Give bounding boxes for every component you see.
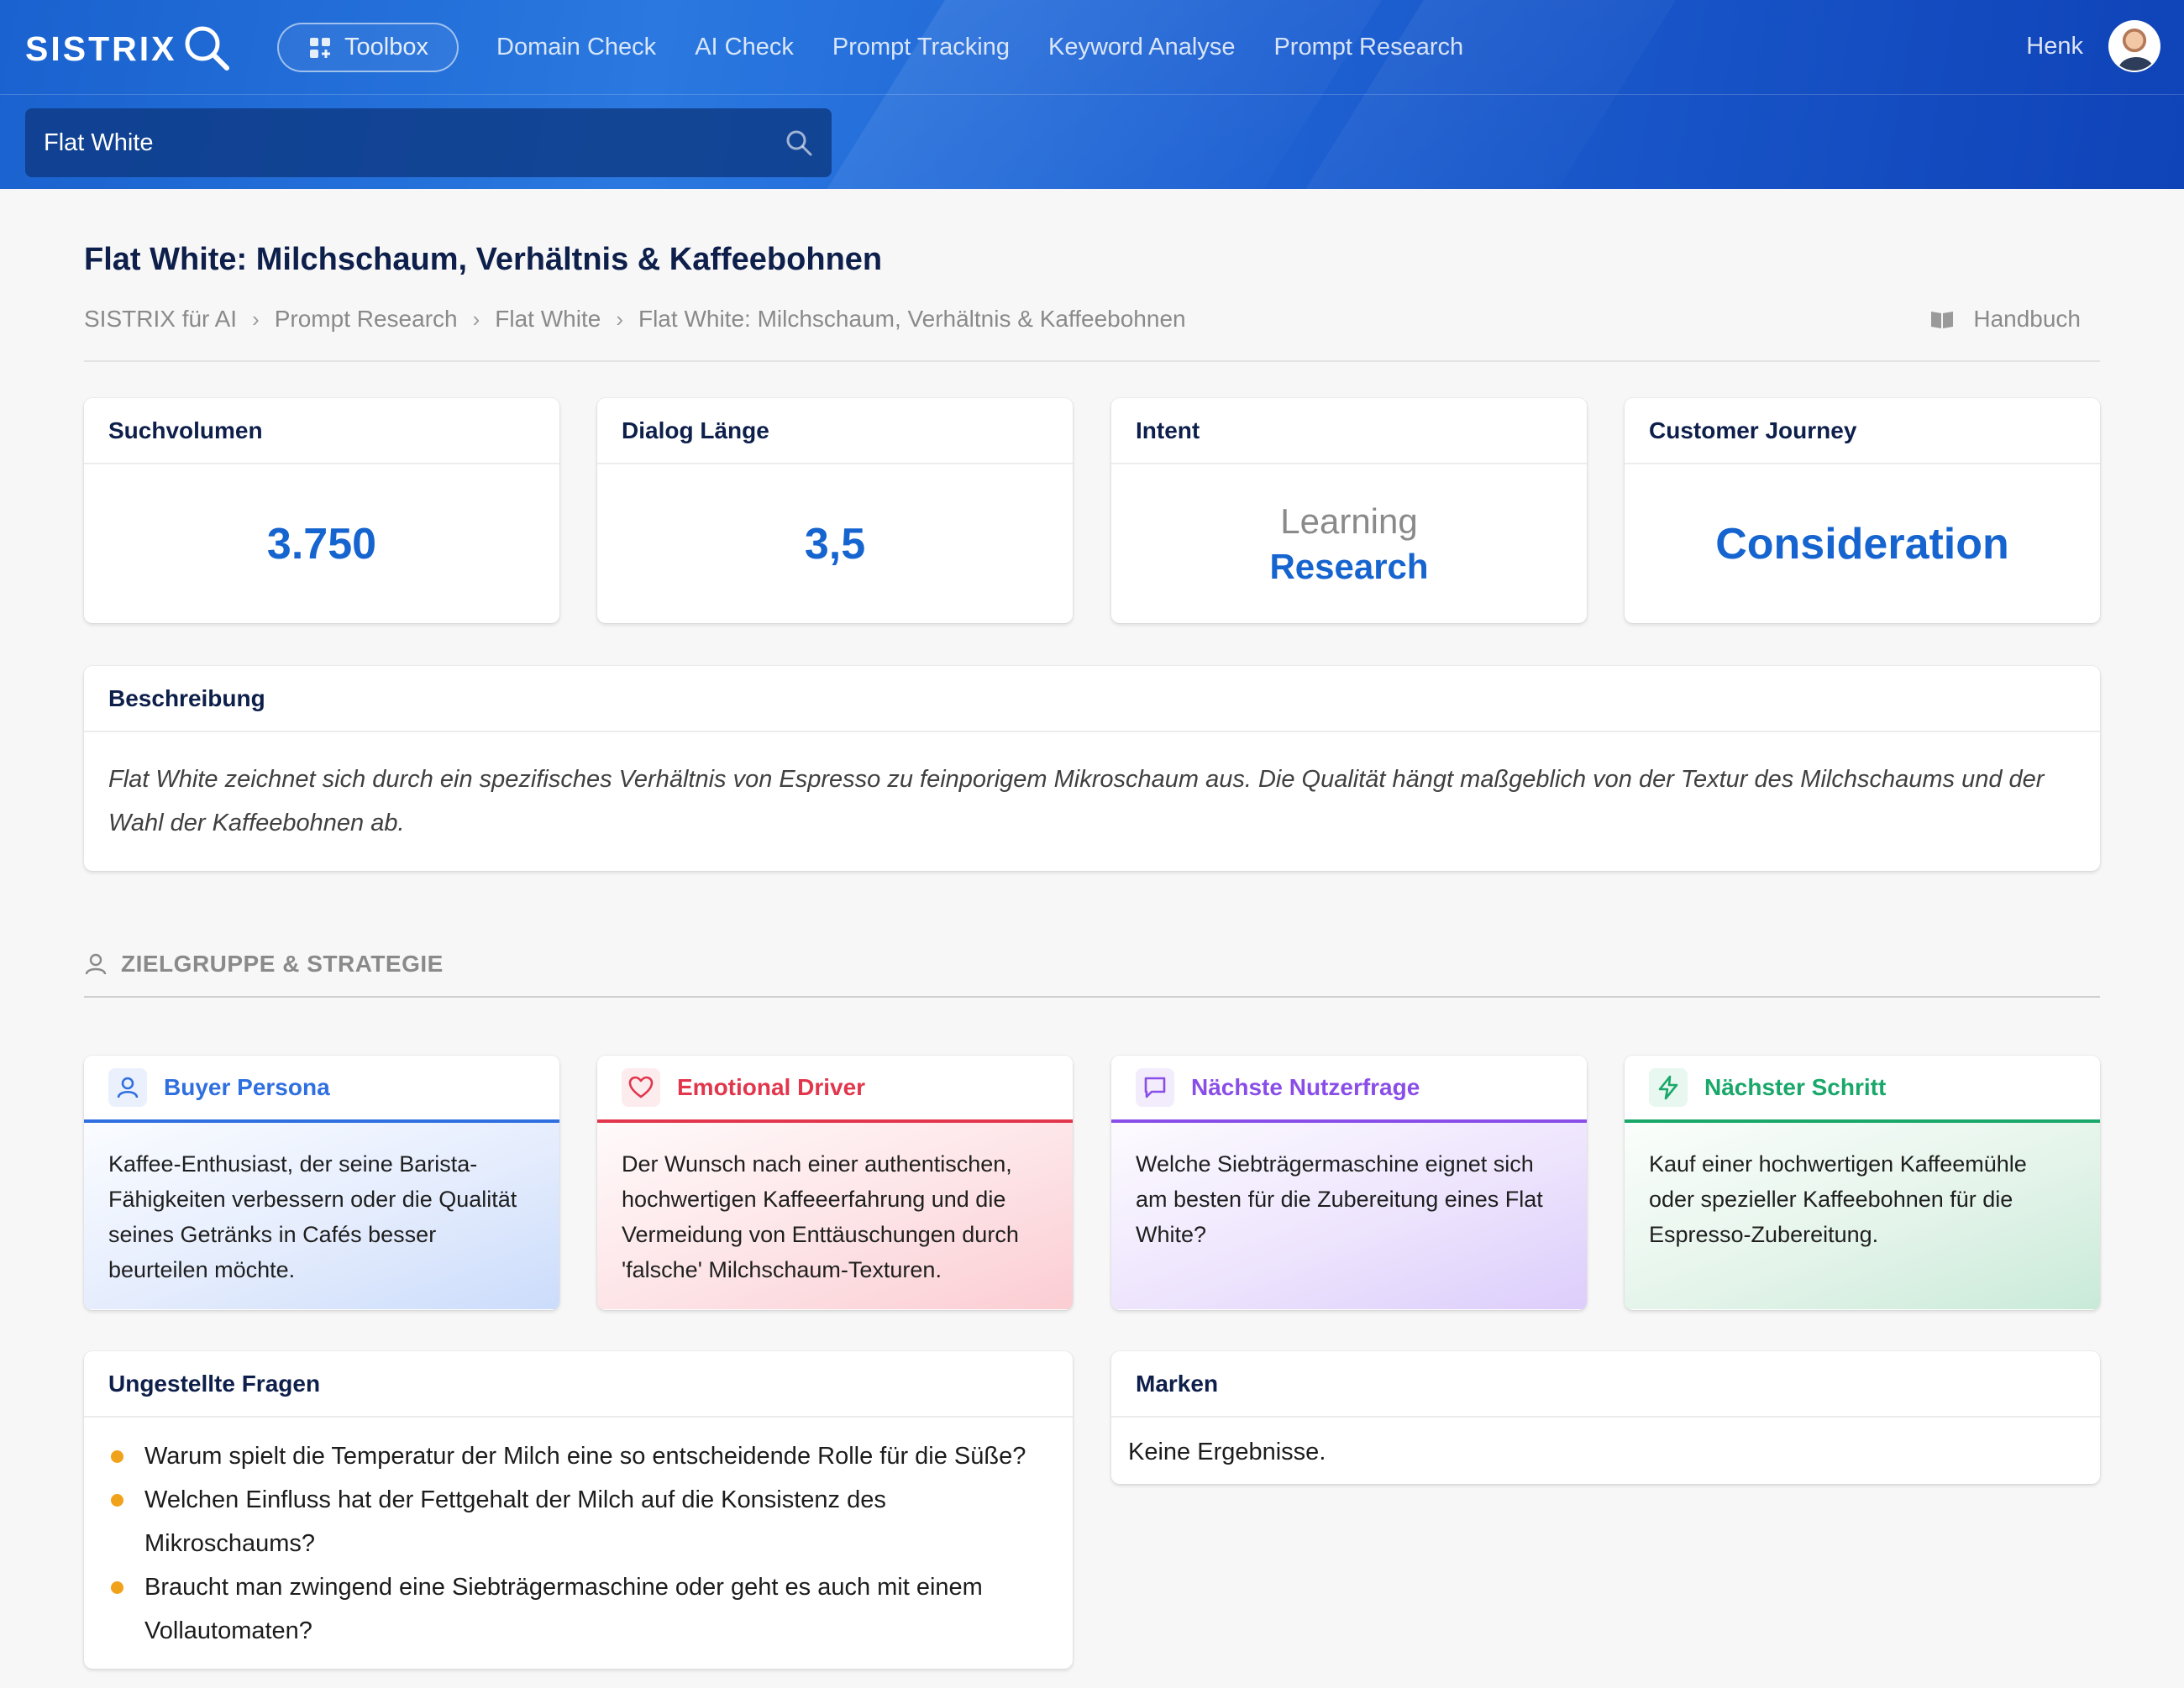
intent-primary: Learning: [1280, 501, 1418, 541]
card-text: Kauf einer hochwertigen Kaffeemühle oder…: [1625, 1123, 2100, 1309]
search-input[interactable]: [44, 128, 785, 157]
chat-bubble-icon: [1144, 1077, 1166, 1098]
nav-keyword-analyse[interactable]: Keyword Analyse: [1048, 34, 1235, 61]
next-user-question-card: Nächste Nutzerfrage Welche Siebträgermas…: [1111, 1056, 1587, 1310]
card-title: Intent: [1111, 398, 1587, 464]
divider: [84, 360, 2100, 362]
logo-text: SISTRIX: [25, 29, 177, 68]
user-icon: [117, 1077, 139, 1098]
search-icon[interactable]: [785, 128, 813, 157]
grid-plus-icon: [310, 37, 331, 58]
nav-prompt-research[interactable]: Prompt Research: [1273, 34, 1463, 61]
brands-card: Marken Keine Ergebnisse.: [1111, 1351, 2100, 1484]
heart-icon: [628, 1076, 654, 1098]
page-title: Flat White: Milchschaum, Verhältnis & Ka…: [84, 242, 883, 277]
breadcrumb-separator: ›: [252, 306, 260, 332]
list-item: Braucht man zwingend eine Siebträgermasc…: [108, 1565, 1051, 1653]
breadcrumb-current: Flat White: Milchschaum, Verhältnis & Ka…: [638, 306, 1186, 332]
customer-journey-value: Consideration: [1715, 519, 2009, 569]
unasked-questions-card: Ungestellte Fragen Warum spielt die Temp…: [84, 1351, 1073, 1669]
nav-ai-check[interactable]: AI Check: [695, 34, 794, 61]
nav-domain-check[interactable]: Domain Check: [496, 34, 656, 61]
card-title: Customer Journey: [1625, 398, 2100, 464]
divider: [84, 996, 2100, 998]
card-title: Marken: [1111, 1351, 2100, 1418]
dialog-length-value: 3,5: [804, 519, 866, 569]
question-list: Warum spielt die Temperatur der Milch ei…: [84, 1418, 1073, 1669]
card-title: Suchvolumen: [84, 398, 559, 464]
description-card: Beschreibung Flat White zeichnet sich du…: [84, 666, 2100, 871]
card-title: Emotional Driver: [677, 1074, 866, 1100]
list-item: Welchen Einfluss hat der Fettgehalt der …: [108, 1478, 1051, 1565]
card-text: Welche Siebträgermaschine eignet sich am…: [1111, 1123, 1587, 1309]
avatar[interactable]: [2108, 20, 2160, 72]
card-text: Kaffee-Enthusiast, der seine Barista-Fäh…: [84, 1123, 559, 1309]
section-heading: ZIELGRUPPE & STRATEGIE: [84, 947, 444, 981]
intent-card: Intent Learning Research: [1111, 398, 1587, 623]
handbook-link[interactable]: Handbuch: [1929, 302, 2081, 336]
buyer-persona-card: Buyer Persona Kaffee-Enthusiast, der sei…: [84, 1056, 559, 1310]
main-nav: Domain Check AI Check Prompt Tracking Ke…: [496, 24, 1463, 71]
list-item: Warum spielt die Temperatur der Milch ei…: [108, 1434, 1051, 1478]
magnifier-logo-icon: [185, 26, 230, 71]
card-text: Der Wunsch nach einer authentischen, hoc…: [597, 1123, 1073, 1309]
card-title: Nächste Nutzerfrage: [1191, 1074, 1420, 1100]
card-title: Ungestellte Fragen: [84, 1351, 1073, 1418]
search-volume-value: 3.750: [266, 519, 377, 569]
breadcrumb-separator: ›: [616, 306, 623, 332]
next-step-card: Nächster Schritt Kauf einer hochwertigen…: [1625, 1056, 2100, 1310]
breadcrumb-item[interactable]: SISTRIX für AI: [84, 306, 237, 333]
app-header: SISTRIX Toolbox Domain Check AI Check Pr…: [0, 0, 2184, 189]
sistrix-logo[interactable]: SISTRIX: [25, 22, 234, 76]
section-heading-label: ZIELGRUPPE & STRATEGIE: [121, 951, 444, 977]
breadcrumb-item[interactable]: Prompt Research: [275, 306, 458, 333]
search-bar: [25, 108, 832, 177]
toolbox-label: Toolbox: [344, 34, 428, 60]
card-title: Nächster Schritt: [1704, 1074, 1887, 1100]
empty-state-text: Keine Ergebnisse.: [1128, 1439, 1326, 1465]
card-title: Beschreibung: [84, 666, 2100, 732]
handbook-label: Handbuch: [1973, 306, 2081, 332]
dialog-length-card: Dialog Länge 3,5: [597, 398, 1073, 623]
search-volume-card: Suchvolumen 3.750: [84, 398, 559, 623]
book-icon: [1931, 312, 1954, 328]
customer-journey-card: Customer Journey Consideration: [1625, 398, 2100, 623]
user-menu[interactable]: Henk: [2026, 18, 2160, 74]
breadcrumb: SISTRIX für AI › Prompt Research › Flat …: [84, 302, 1186, 336]
card-title: Dialog Länge: [597, 398, 1073, 464]
top-navigation-bar: SISTRIX Toolbox Domain Check AI Check Pr…: [0, 0, 2184, 95]
toolbox-button[interactable]: Toolbox: [277, 23, 459, 72]
breadcrumb-item[interactable]: Flat White: [495, 306, 601, 333]
card-title: Buyer Persona: [164, 1074, 330, 1100]
user-name[interactable]: Henk: [2026, 33, 2083, 60]
description-text: Flat White zeichnet sich durch ein spezi…: [108, 766, 2045, 836]
intent-secondary: Research: [1269, 546, 1429, 586]
emotional-driver-card: Emotional Driver Der Wunsch nach einer a…: [597, 1056, 1073, 1310]
nav-prompt-tracking[interactable]: Prompt Tracking: [832, 34, 1010, 61]
lightning-icon: [1658, 1075, 1678, 1100]
user-outline-icon: [85, 953, 107, 975]
breadcrumb-separator: ›: [472, 306, 480, 332]
